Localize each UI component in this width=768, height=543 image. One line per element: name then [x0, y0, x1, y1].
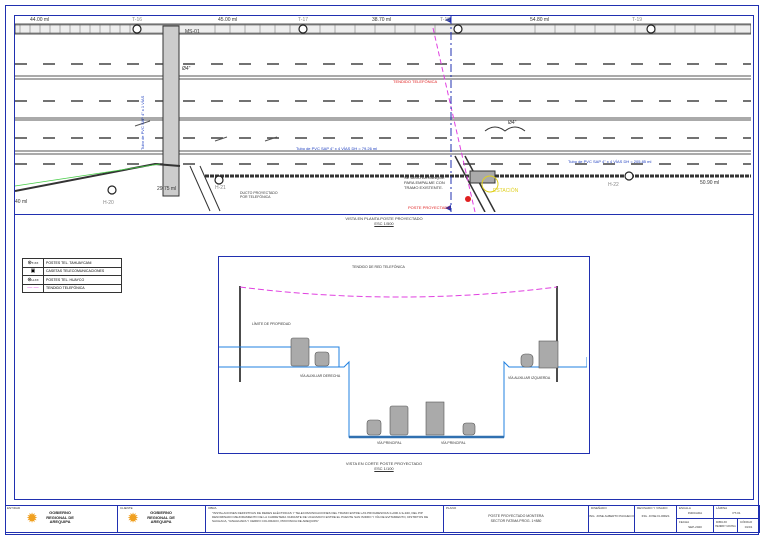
- legend-item: — — TENDIDO TELEFÓNICA: [23, 284, 121, 292]
- project-description: "INSTALACIONES DEFINITIVAS DE REDES ELÉC…: [212, 511, 429, 523]
- reviewer-cell: REVISADO Y VISADO ING. JOSE FLORES: [635, 505, 677, 533]
- conduit-label: Tubo de PVC SAP 4" x 4 VÍAS DH = 79.26 m…: [296, 146, 378, 151]
- pole-tag: MS-01: [185, 29, 200, 35]
- projected-pole-marker: [465, 196, 471, 202]
- cell-caption: REVISADO Y VISADO: [637, 506, 668, 510]
- reviewer-name: ING. JOSE FLORES: [641, 514, 670, 518]
- diameter-label: Ø4": [182, 66, 191, 72]
- legend-code: H-XX: [31, 277, 39, 282]
- cable-label: TENDIDO DE RED TELEFÓNICA: [352, 265, 405, 269]
- cell-caption: PLANO: [446, 506, 457, 510]
- drawn-cell: DIBUJO HENRRY URVINA: [714, 519, 738, 533]
- duct-note: DUCTO PROYECTADO POR TELEFÓNICA: [240, 191, 278, 199]
- cell-caption: DIBUJO: [716, 520, 728, 524]
- section-view: [219, 286, 587, 439]
- dimension-label: 50.90 ml: [700, 180, 720, 186]
- property-limit-label: LÍMITE DE PROPIEDAD: [252, 322, 291, 326]
- vertical-duct: [162, 25, 180, 197]
- dimension-label: 45.00 ml: [218, 17, 238, 23]
- cell-caption: FECHA: [679, 520, 690, 524]
- drawn-by: HENRRY URVINA: [715, 525, 736, 528]
- designer-name: ING. JOSE ALBERTO PACHECO: [589, 514, 634, 518]
- dimension-label: 38.70 ml: [372, 17, 392, 23]
- code-cell: CÓDIGO 01/01: [738, 519, 760, 533]
- pole-label: T-19: [632, 17, 643, 23]
- road-label: VÍA AUXILIAR DERECHA: [300, 374, 341, 378]
- scale-cell: ESCALA INDICADA: [677, 505, 714, 519]
- entity-name: GOBIERNO REGIONAL DE AREQUIPA: [46, 510, 74, 524]
- cell-caption: CÓDIGO: [740, 520, 753, 524]
- road-label: VÍA PRINCIPAL: [377, 441, 402, 445]
- plan-name: POSTE PROYECTADO MONTERA SECTOR FATIMA P…: [488, 514, 544, 523]
- legend-label: POSTES TEL. HUAYCO: [46, 277, 85, 282]
- owner-logo: ✹ GOBIERNO REGIONAL DE AREQUIPA: [128, 510, 181, 525]
- cell-caption: CLIENTE: [120, 506, 133, 510]
- designer-cell: DISEÑADO ING. JOSE ALBERTO PACHECO: [589, 505, 635, 533]
- sun-logo-icon: ✹: [128, 510, 139, 525]
- sun-logo-icon: ✹: [27, 510, 38, 525]
- diameter-label: Ø4": [508, 120, 517, 126]
- code-value: 01/01: [744, 525, 753, 529]
- scale-value: INDICADA: [687, 511, 703, 515]
- cabin-icon: ▣: [30, 268, 36, 275]
- section-scale: ESC 1/100: [374, 466, 394, 471]
- dimension-label: 54.80 ml: [530, 17, 550, 23]
- dashed-line-icon: — —: [27, 285, 39, 292]
- tendido-label: TENDIDO TELEFÓNICA: [393, 79, 438, 84]
- entity-logo: ✹ GOBIERNO REGIONAL DE AREQUIPA: [27, 510, 80, 525]
- cell-caption: ENTIDAD: [7, 506, 21, 510]
- station-label: ESTACIÓN: [493, 188, 519, 194]
- plan-scale: ESC 1/500: [374, 221, 394, 226]
- pole-label: T-18: [440, 17, 451, 23]
- dimension-label: 40 ml: [15, 199, 28, 205]
- date-value: SEP-2020: [688, 525, 702, 529]
- pole-label: T-16: [132, 17, 143, 23]
- legend: ⊛ T-XX POSTES TEL. TAHUAYCANI ▣ CASETAS TEL…: [22, 258, 122, 293]
- conduit-label: Tubo de PVC SAP 4" x 4 VÍAS DH = 205.85 …: [568, 159, 652, 164]
- plan-cell: PLANO POSTE PROYECTADO MONTERA SECTOR FA…: [444, 505, 589, 533]
- legend-label: CASETAS TELECOMUNICACIONES: [46, 269, 105, 274]
- road-label: VÍA PRINCIPAL: [441, 441, 466, 445]
- conduit-vertical-label: Tubo de PVC SAP 4" x 1 VÍAS: [140, 95, 145, 150]
- pole-label: H-20: [103, 200, 114, 206]
- legend-code: T-XX: [31, 260, 39, 265]
- dimension-label: 44.00 ml: [30, 17, 50, 23]
- plan-view: [15, 16, 751, 212]
- pole-label: T-17: [298, 17, 309, 23]
- legend-label: POSTES TEL. TAHUAYCANI: [46, 260, 92, 265]
- dimension-label: 29.75 ml: [157, 186, 177, 192]
- sheet-cell: LÁMINA PT-01: [714, 505, 760, 519]
- owner-name: GOBIERNO REGIONAL DE AREQUIPA: [147, 510, 175, 524]
- pole-label: H-21: [215, 185, 226, 191]
- entity-cell: ENTIDAD ✹ GOBIERNO REGIONAL DE AREQUIPA: [5, 505, 118, 533]
- owner-cell: CLIENTE ✹ GOBIERNO REGIONAL DE AREQUIPA: [118, 505, 206, 533]
- cell-caption: DISEÑADO: [591, 506, 607, 510]
- project-cell: OBRA "INSTALACIONES DEFINITIVAS DE REDES…: [206, 505, 444, 533]
- cell-caption: OBRA: [208, 506, 217, 510]
- cell-caption: LÁMINA: [716, 506, 728, 510]
- legend-item: ▣ CASETAS TELECOMUNICACIONES: [23, 267, 121, 276]
- pole-label: H-22: [608, 182, 619, 188]
- legend-item: ⊛ T-XX POSTES TEL. TAHUAYCANI: [23, 259, 121, 268]
- legend-label: TENDIDO TELEFÓNICA: [46, 286, 85, 291]
- road-label: VÍA AUXILIAR IZQUIERDA: [508, 376, 551, 380]
- legend-item: ⊛ H-XX POSTES TEL. HUAYCO: [23, 276, 121, 285]
- cell-caption: ESCALA: [679, 506, 691, 510]
- sheet-value: PT-01: [732, 511, 741, 515]
- date-cell: FECHA SEP-2020: [677, 519, 714, 533]
- section-title: VISTA EN CORTE POSTE PROYECTADO ESC 1/10…: [284, 461, 484, 471]
- plan-title: VISTA EN PLANTA POSTE PROYECTADO ESC 1/5…: [284, 216, 484, 226]
- anclaje-note: SE DEJÓ ARRANQUE PARA EMPALME CON TRAMO …: [404, 175, 445, 190]
- projected-pole-label: POSTE PROYECTADO: [408, 205, 451, 210]
